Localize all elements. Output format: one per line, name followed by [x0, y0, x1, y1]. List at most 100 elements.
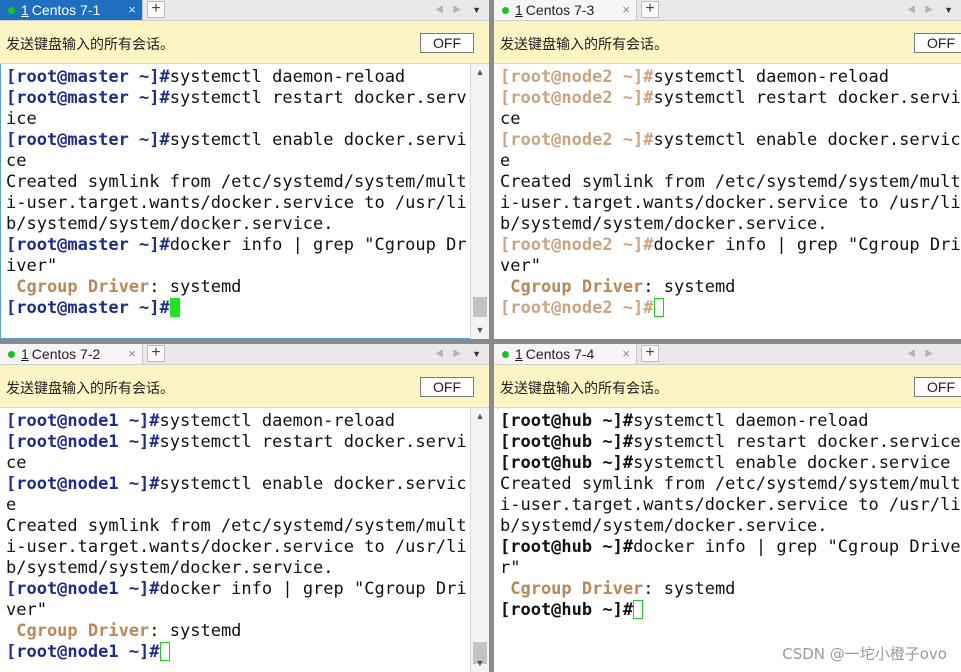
scroll-tabs-left-icon[interactable]: ◀ [907, 344, 915, 364]
cgroup-driver-key: Cgroup Driver [500, 277, 644, 297]
terminal-line: i-user.target.wants/docker.service to /u… [6, 537, 468, 558]
terminal-text: r" [500, 558, 521, 578]
scroll-down-icon[interactable]: ▼ [471, 325, 489, 335]
scroll-tabs-right-icon[interactable]: ▶ [453, 344, 461, 364]
terminal-text: ce [6, 151, 27, 171]
terminal-output[interactable]: [root@node1 ~]#systemctl daemon-reload [r… [6, 411, 468, 663]
tab-centos-7-3[interactable]: 1 Centos 7-3 × [494, 0, 637, 20]
terminal-text: docker info | grep "Cgroup Dr [169, 235, 467, 255]
vertical-scrollbar[interactable]: ▲ ▼ [470, 408, 489, 672]
send-to-all-sessions-banner: 发送键盘输入的所有会话。 OFF [0, 21, 489, 64]
shell-prompt: [root@node1 ~]# [6, 579, 160, 599]
shell-prompt: [root@master ~]# [6, 235, 170, 255]
scroll-tabs-right-icon[interactable]: ▶ [453, 0, 461, 20]
scroll-up-icon[interactable]: ▲ [471, 411, 489, 421]
terminal-text: : systemd [643, 277, 736, 297]
terminal-pane-centos-7-4[interactable]: 1 Centos 7-4 × + ◀ ▶ 发送键盘输入的所有会话。 OFF [ro… [494, 344, 961, 672]
cursor [633, 600, 644, 619]
terminal-line: ce [6, 453, 468, 474]
shell-prompt: [root@hub ~]# [500, 600, 634, 620]
tab-centos-7-2[interactable]: 1 Centos 7-2 × [0, 344, 143, 364]
terminal-output[interactable]: [root@master ~]#systemctl daemon-reload[… [6, 67, 468, 319]
terminal-text: Created symlink from /etc/systemd/system… [500, 474, 961, 494]
scroll-tabs-right-icon[interactable]: ▶ [925, 344, 933, 364]
tab-list-dropdown-icon[interactable]: ▼ [472, 344, 481, 364]
connected-status-icon [502, 351, 509, 358]
terminal-line: [root@node1 ~]#systemctl daemon-reload [6, 411, 468, 432]
vertical-scrollbar[interactable]: ▲ ▼ [470, 64, 489, 339]
terminal-text: systemctl enable docker.servic [159, 474, 467, 494]
terminal-pane-centos-7-3[interactable]: 1 Centos 7-3 × + ◀ ▶ ▼ 发送键盘输入的所有会话。 OFF [… [494, 0, 961, 339]
off-button[interactable]: OFF [914, 33, 961, 53]
scrollbar-thumb[interactable] [473, 297, 487, 317]
terminal-line: Created symlink from /etc/systemd/system… [500, 172, 961, 193]
terminal-pane-centos-7-2[interactable]: 1 Centos 7-2 × + ◀ ▶ ▼ 发送键盘输入的所有会话。 OFF [… [0, 344, 489, 672]
terminal-line: b/systemd/system/docker.service. [500, 516, 955, 537]
terminal-line: e [500, 151, 955, 172]
terminal-text: b/systemd/system/docker.service. [6, 558, 334, 578]
terminal-line: [root@node1 ~]# [6, 642, 468, 663]
shell-prompt: [root@master ~]# [6, 130, 170, 150]
terminal-line: [root@hub ~]# [500, 600, 955, 621]
terminal-text: systemctl restart docker.serv [169, 88, 467, 108]
shell-prompt: [root@node2 ~]# [500, 130, 654, 150]
terminal-line: [root@master ~]#docker info | grep "Cgro… [6, 235, 468, 256]
tab-list-dropdown-icon[interactable]: ▼ [944, 0, 953, 20]
terminal-text: i-user.target.wants/docker.service to /u… [500, 193, 961, 213]
terminal-line: i-user.target.wants/docker.service to /u… [500, 495, 961, 516]
shell-prompt: [root@node2 ~]# [500, 88, 654, 108]
close-tab-icon[interactable]: × [622, 0, 630, 20]
terminal-line: [root@node2 ~]#systemctl daemon-reload [500, 67, 955, 88]
shell-prompt: [root@node2 ~]# [500, 235, 654, 255]
tab-list-dropdown-icon[interactable]: ▼ [472, 0, 481, 20]
tab-label: Centos 7-2 [31, 346, 101, 362]
terminal-text: ice [6, 109, 37, 129]
tab-bar: 1 Centos 7-4 × + ◀ ▶ [494, 344, 961, 365]
terminal-text: systemctl daemon-reload [633, 411, 869, 431]
terminal-line: Cgroup Driver: systemd [6, 277, 468, 298]
terminal-line: i-user.target.wants/docker.service to /u… [500, 193, 961, 214]
add-tab-button[interactable]: + [641, 345, 659, 362]
off-button[interactable]: OFF [420, 33, 474, 53]
tab-centos-7-4[interactable]: 1 Centos 7-4 × [494, 344, 637, 364]
shell-prompt: [root@master ~]# [6, 88, 170, 108]
cgroup-driver-key: Cgroup Driver [500, 579, 644, 599]
add-tab-button[interactable]: + [147, 1, 165, 18]
shell-prompt: [root@node1 ~]# [6, 474, 160, 494]
add-tab-button[interactable]: + [147, 345, 165, 362]
terminal-text: i-user.target.wants/docker.service to /u… [6, 193, 467, 213]
scroll-tabs-left-icon[interactable]: ◀ [435, 344, 443, 364]
terminal-output[interactable]: [root@hub ~]#systemctl daemon-reload [roo… [500, 411, 961, 621]
off-button[interactable]: OFF [420, 377, 474, 397]
scroll-tabs-left-icon[interactable]: ◀ [907, 0, 915, 20]
scroll-down-icon[interactable]: ▼ [471, 658, 489, 668]
banner-text: 发送键盘输入的所有会话。 [500, 380, 668, 396]
terminal-line: ver" [6, 600, 468, 621]
terminal-line: ce [500, 109, 955, 130]
cgroup-driver-key: Cgroup Driver [6, 277, 150, 297]
close-tab-icon[interactable]: × [128, 344, 136, 364]
terminal-line: Cgroup Driver: systemd [500, 277, 955, 298]
scroll-up-icon[interactable]: ▲ [471, 67, 489, 77]
send-to-all-sessions-banner: 发送键盘输入的所有会话。 OFF [494, 21, 961, 64]
add-tab-button[interactable]: + [641, 1, 659, 18]
terminal-pane-centos-7-1[interactable]: 1 Centos 7-1 × + ◀ ▶ ▼ 发送键盘输入的所有会话。 OFF [… [0, 0, 489, 339]
terminal-text: docker info | grep "Cgroup Dri [159, 579, 467, 599]
terminal-line: b/systemd/system/docker.service. [500, 214, 955, 235]
cursor [169, 298, 180, 317]
banner-text: 发送键盘输入的所有会话。 [6, 36, 174, 52]
terminal-output[interactable]: [root@node2 ~]#systemctl daemon-reload [r… [500, 67, 961, 319]
scroll-tabs-left-icon[interactable]: ◀ [435, 0, 443, 20]
terminal-text: systemctl daemon-reload [653, 67, 889, 87]
cursor [159, 642, 170, 661]
terminal-line: b/systemd/system/docker.service. [6, 214, 468, 235]
shell-prompt: [root@hub ~]# [500, 453, 634, 473]
scroll-tabs-right-icon[interactable]: ▶ [925, 0, 933, 20]
close-tab-icon[interactable]: × [622, 344, 630, 364]
tab-number: 1 [515, 2, 523, 18]
shell-prompt: [root@hub ~]# [500, 411, 634, 431]
tab-centos-7-1[interactable]: 1 Centos 7-1 × [0, 0, 143, 20]
off-button[interactable]: OFF [914, 377, 961, 397]
csdn-watermark: CSDN @一坨小橙子ovo [782, 645, 947, 663]
close-tab-icon[interactable]: × [128, 0, 136, 20]
